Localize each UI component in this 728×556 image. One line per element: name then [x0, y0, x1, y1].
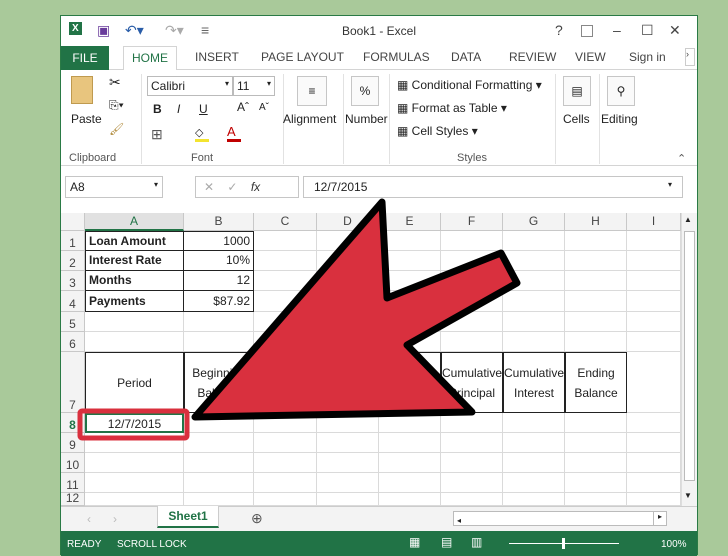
highlight-a8-box [77, 408, 190, 441]
arrow-shape [191, 198, 521, 421]
red-arrow-annotation [77, 198, 521, 441]
